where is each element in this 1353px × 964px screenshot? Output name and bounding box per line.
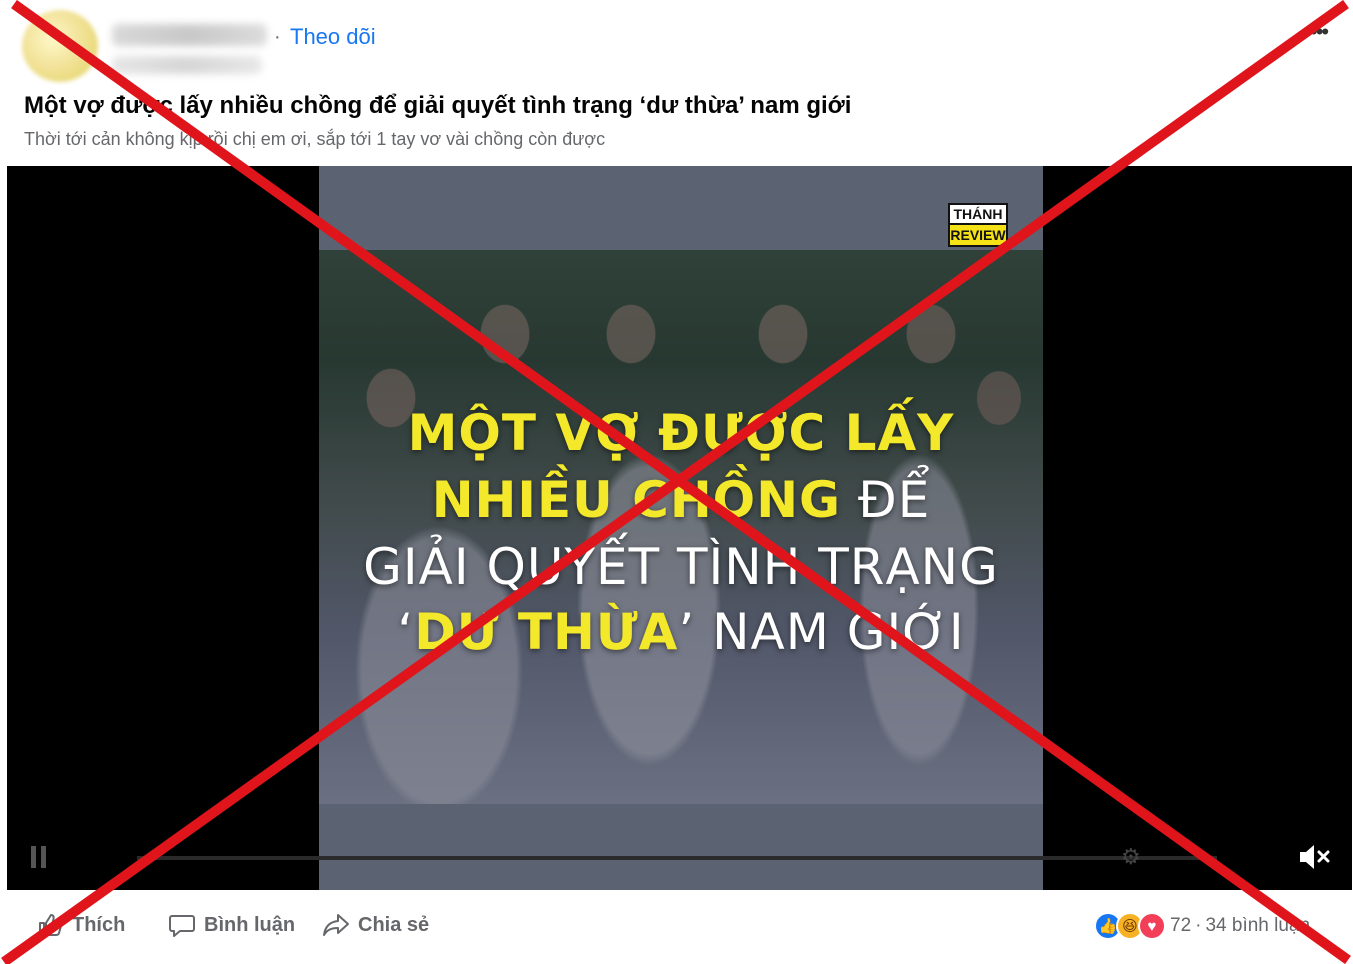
video-caption-line-4: ‘DƯ THỪA’ NAM GIỚI: [319, 603, 1043, 661]
caption-highlight: NHIỀU CHỒNG: [431, 471, 842, 529]
comment-label: Bình luận: [204, 913, 296, 936]
video-player[interactable]: THÁNH REVIEW MỘT VỢ ĐƯỢC LẤY NHIỀU CHỒNG…: [7, 166, 1352, 890]
video-caption-line-1: MỘT VỢ ĐƯỢC LẤY: [407, 404, 955, 462]
stats-separator: ·: [1195, 915, 1202, 936]
video-thumbnail: THÁNH REVIEW MỘT VỢ ĐƯỢC LẤY NHIỀU CHỒNG…: [319, 166, 1043, 890]
like-label: Thích: [72, 913, 126, 936]
post-meta-blurred: [112, 56, 262, 74]
love-icon: ♥: [1138, 912, 1166, 940]
avatar[interactable]: [22, 10, 98, 82]
reaction-count: 72: [1170, 915, 1192, 936]
thumbs-up-icon: [39, 914, 63, 936]
author-name-blurred[interactable]: [112, 24, 267, 46]
post-title[interactable]: Một vợ được lấy nhiều chồng để giải quyế…: [24, 92, 851, 120]
post-action-bar: Thích Bình luận Chia sẻ 👍 😆 ♥ 72 · 34 bì…: [0, 900, 1353, 950]
caption-plain: ĐỂ: [841, 471, 931, 529]
comment-count-link[interactable]: 34 bình luận: [1205, 915, 1310, 937]
follow-separator: ·: [274, 26, 281, 48]
logo-bottom-text: REVIEW: [948, 225, 1008, 247]
post-description: Thời tới cản không kịp rồi chị em ơi, sắ…: [24, 129, 606, 149]
share-label: Chia sẻ: [358, 913, 430, 936]
video-caption-line-2: NHIỀU CHỒNG ĐỂ: [319, 471, 1043, 529]
volume-muted-icon: [1300, 845, 1330, 869]
caption-plain: ’ NAM GIỚI: [678, 603, 965, 661]
like-button[interactable]: Thích: [36, 910, 125, 940]
comment-bubble-icon: [169, 915, 195, 937]
post-header: · Theo dõi •••: [0, 0, 1353, 84]
video-caption-line-3: GIẢI QUYẾT TÌNH TRẠNG: [363, 538, 999, 596]
video-progress-bar[interactable]: [137, 856, 1217, 860]
video-controls: ⚙: [7, 826, 1352, 890]
follow-button[interactable]: Theo dõi: [290, 24, 376, 50]
more-options-button[interactable]: •••: [1310, 21, 1340, 43]
channel-logo: THÁNH REVIEW: [948, 203, 1008, 249]
comment-button[interactable]: Bình luận: [168, 910, 295, 940]
caption-highlight: DƯ THỪA: [414, 603, 679, 661]
reactions-summary[interactable]: 👍 😆 ♥ 72 · 34 bình luận: [1094, 912, 1310, 940]
pause-button[interactable]: [29, 846, 49, 868]
share-button[interactable]: Chia sẻ: [322, 910, 429, 940]
caption-quote-open: ‘: [397, 603, 415, 661]
settings-gear-icon[interactable]: ⚙: [1121, 844, 1147, 870]
share-arrow-icon: [323, 914, 349, 936]
logo-top-text: THÁNH: [948, 203, 1008, 225]
mute-toggle-button[interactable]: [1297, 842, 1331, 872]
